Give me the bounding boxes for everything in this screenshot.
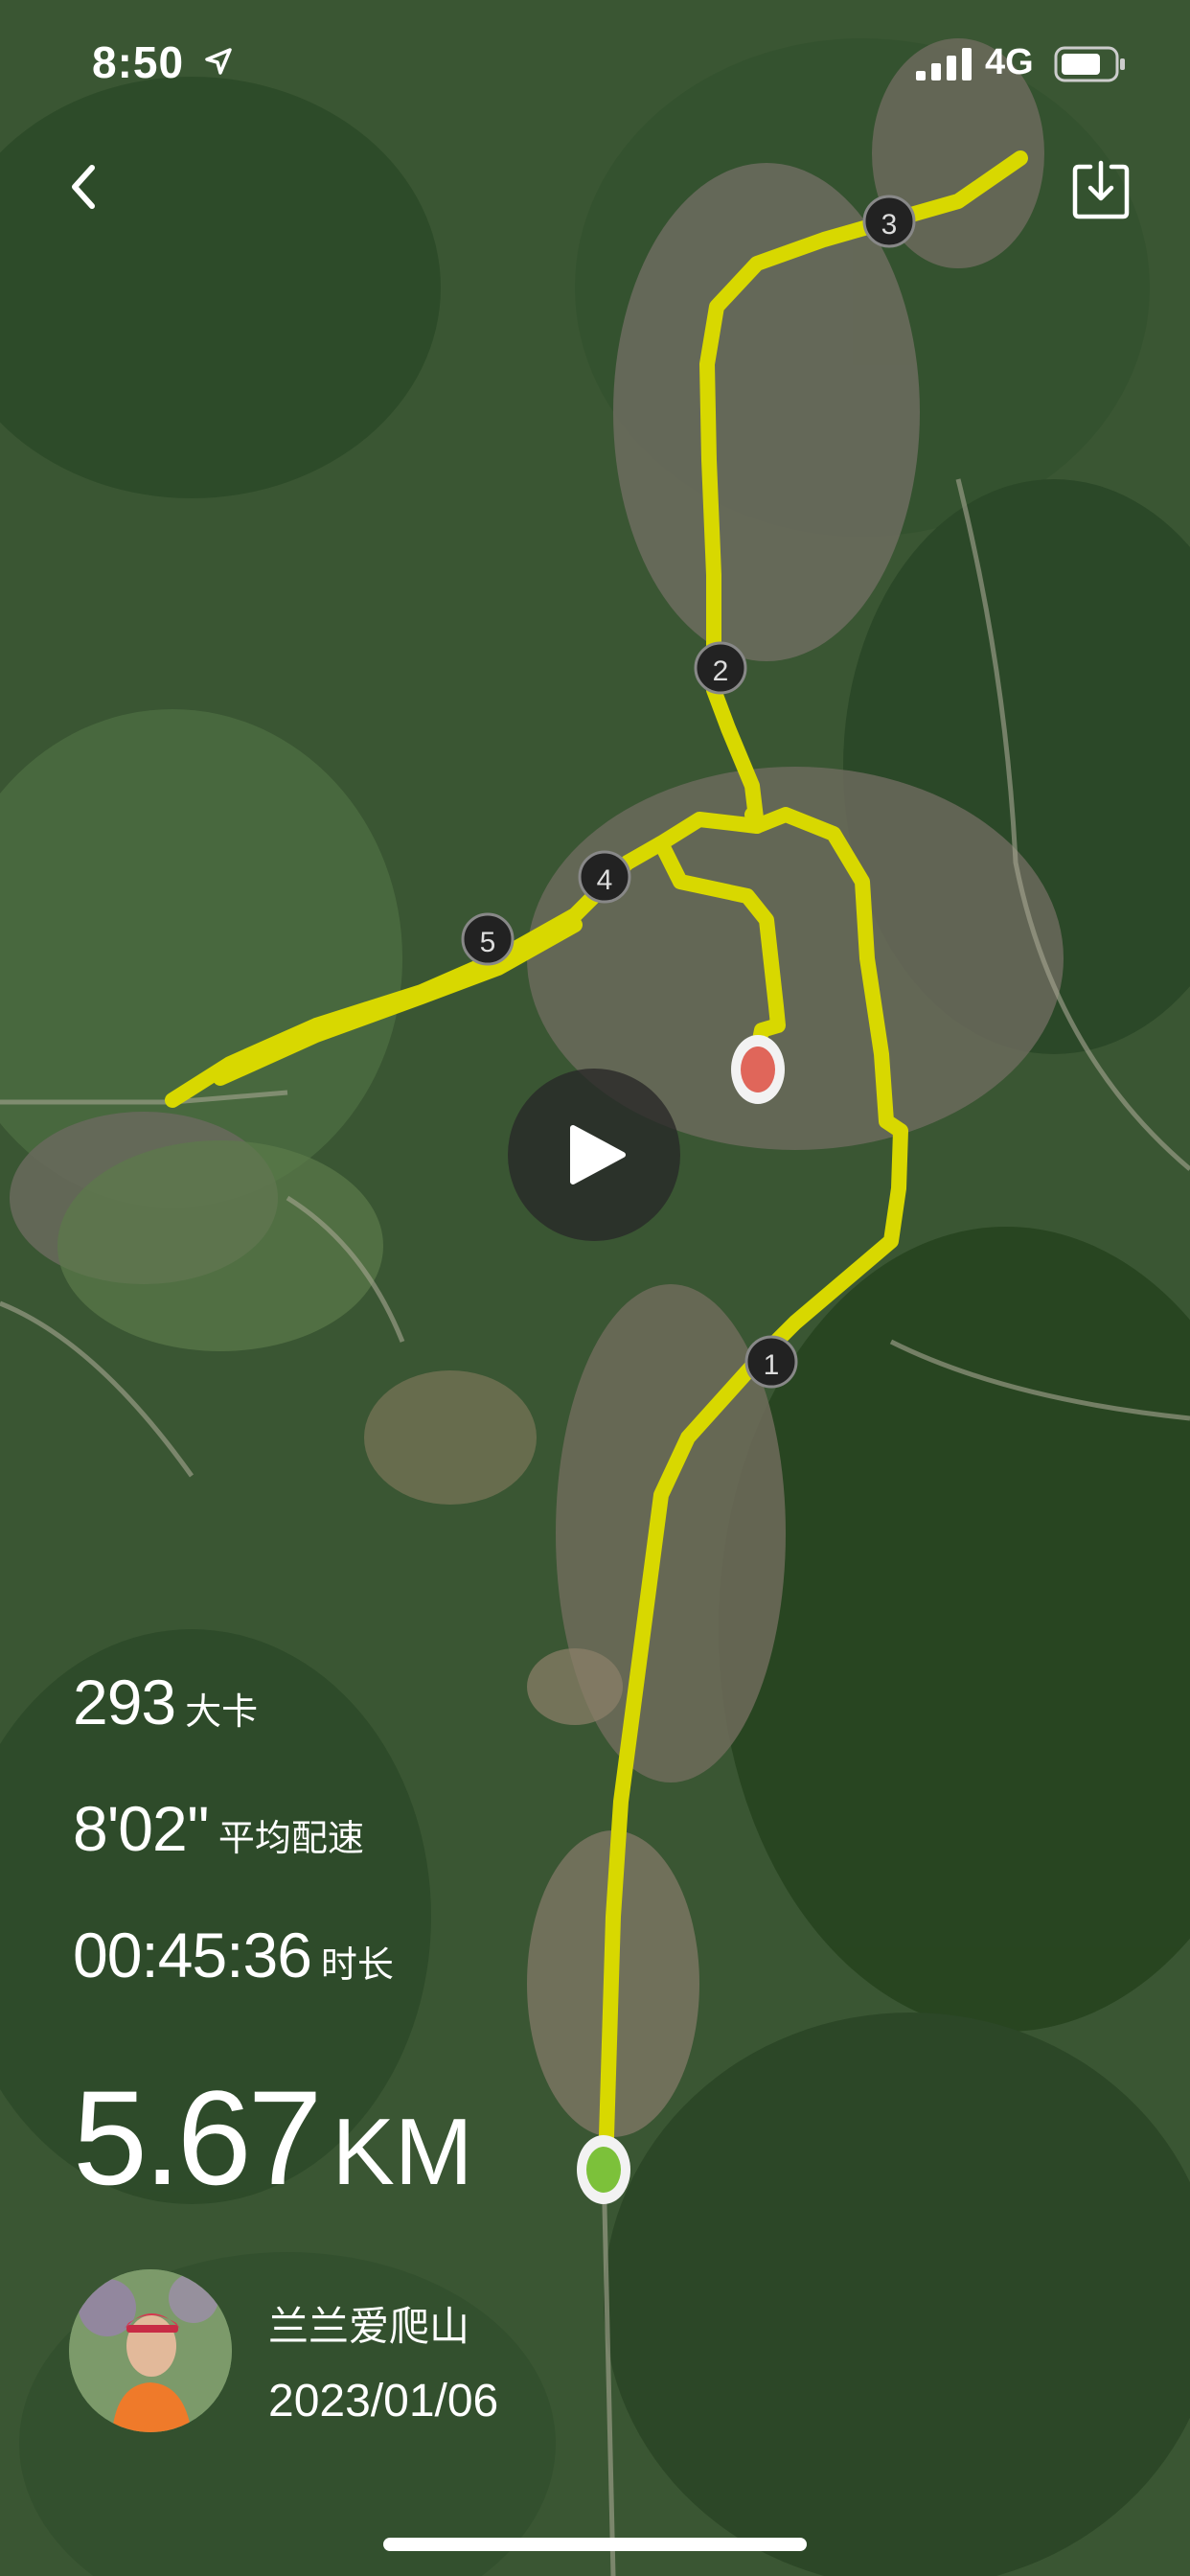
svg-text:1: 1 <box>764 1349 780 1381</box>
home-indicator[interactable] <box>383 2538 807 2551</box>
network-type: 4G <box>985 42 1034 82</box>
distance-stat: 5.67 KM <box>73 2060 472 2216</box>
svg-text:4: 4 <box>597 864 613 896</box>
calories-stat: 293 大卡 <box>73 1666 258 1738</box>
km-marker-1: 1 <box>744 1335 798 1389</box>
username: 兰兰爱爬山 <box>268 2303 470 2350</box>
play-replay-button[interactable] <box>508 1069 680 1241</box>
activity-date: 2023/01/06 <box>268 2376 499 2426</box>
km-marker-2: 2 <box>694 641 747 695</box>
km-marker-3: 3 <box>862 195 916 248</box>
status-time: 8:50 <box>92 37 185 87</box>
download-button[interactable] <box>1069 159 1133 222</box>
location-arrow-icon <box>205 48 232 75</box>
avatar[interactable] <box>69 2269 232 2432</box>
duration-stat: 00:45:36 时长 <box>73 1919 394 1991</box>
chevron-left-icon <box>72 165 95 209</box>
battery-icon <box>1054 46 1125 82</box>
avatar-image <box>69 2269 232 2432</box>
svg-text:2: 2 <box>713 656 729 687</box>
duration-unit: 时长 <box>320 1944 394 1986</box>
km-marker-5: 5 <box>461 912 515 966</box>
duration-value: 00:45:36 <box>73 1920 312 1990</box>
play-icon <box>570 1125 626 1184</box>
cellular-signal-icon <box>916 48 972 80</box>
km-marker-4: 4 <box>578 850 631 904</box>
svg-text:5: 5 <box>480 927 496 958</box>
distance-value: 5.67 <box>73 2062 322 2213</box>
pace-stat: 8'02'' 平均配速 <box>73 1792 364 1865</box>
distance-unit: KM <box>332 2099 473 2204</box>
pace-value: 8'02'' <box>73 1793 210 1864</box>
svg-text:3: 3 <box>881 209 898 241</box>
pace-unit: 平均配速 <box>217 1817 364 1859</box>
download-icon <box>1072 160 1130 219</box>
calories-unit: 大卡 <box>185 1690 259 1733</box>
back-button[interactable] <box>57 158 111 216</box>
start-point-marker <box>577 2135 630 2204</box>
calories-value: 293 <box>73 1667 176 1737</box>
end-point-marker <box>731 1035 785 1104</box>
